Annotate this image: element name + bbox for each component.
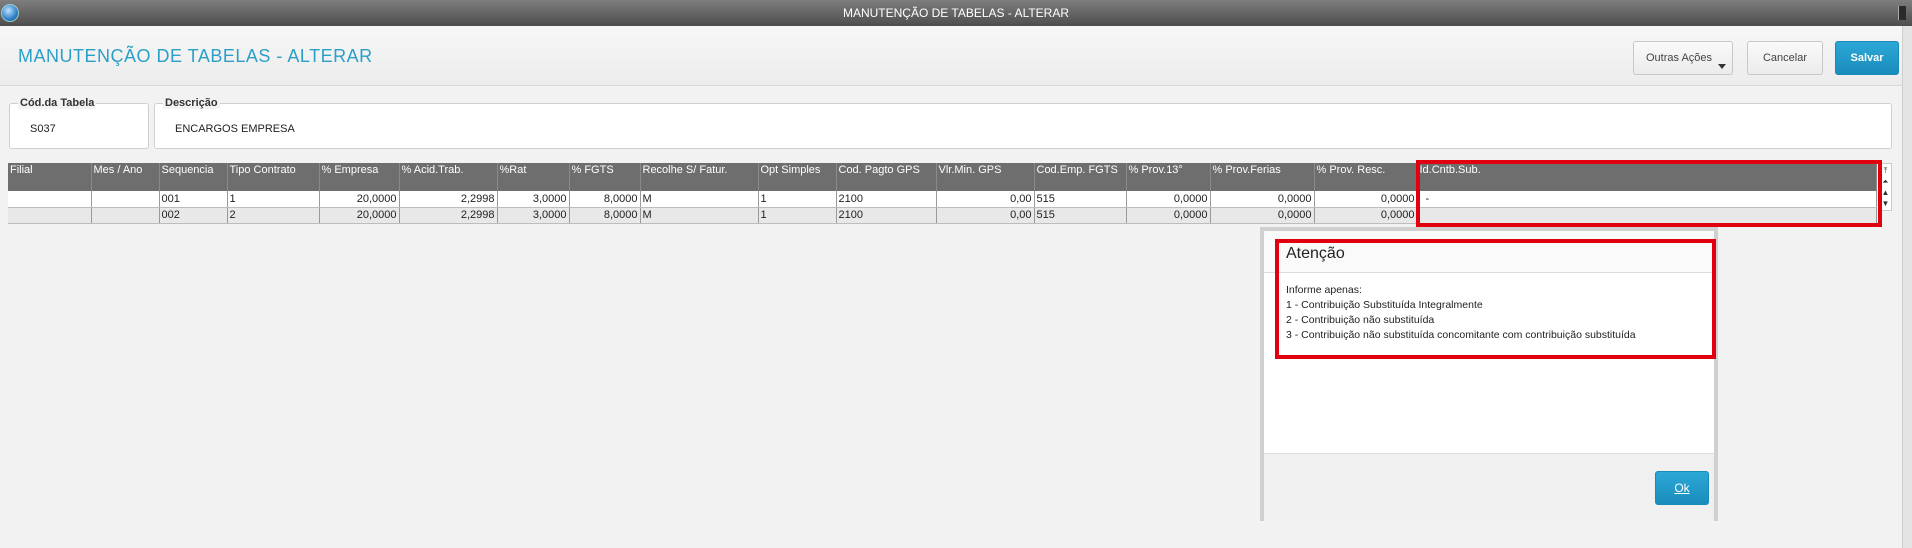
description-field: Descrição ENCARGOS EMPRESA: [154, 97, 1892, 149]
col-header-acid-trab[interactable]: % Acid.Trab.: [399, 163, 498, 191]
table-row[interactable]: 002 2 20,0000 2,2998 3,0000 8,0000 M 1 2…: [8, 207, 1877, 224]
description-value: ENCARGOS EMPRESA: [175, 123, 295, 135]
cell[interactable]: 515: [1034, 191, 1127, 208]
cell-id-cntb-sub-input[interactable]: -: [1417, 191, 1877, 208]
dialog-footer: Ok: [1264, 453, 1714, 521]
cell[interactable]: 0,0000: [1126, 191, 1211, 208]
cell[interactable]: 1: [758, 191, 837, 208]
col-header-fgts[interactable]: % FGTS: [569, 163, 641, 191]
cell[interactable]: [91, 207, 160, 224]
cell[interactable]: 8,0000: [569, 191, 641, 208]
cell[interactable]: 0,00: [936, 191, 1035, 208]
window-titlebar: MANUTENÇÃO DE TABELAS - ALTERAR: [0, 0, 1912, 26]
scroll-top-icon[interactable]: ⤒: [1881, 166, 1890, 175]
dialog-message: Informe apenas: 1 - Contribuição Substit…: [1286, 283, 1636, 343]
table-code-field: Cód.da Tabela S037: [9, 97, 149, 149]
scroll-down-icon[interactable]: ▼: [1881, 199, 1890, 208]
col-header-cod-pagto-gps[interactable]: Cod. Pagto GPS: [836, 163, 937, 191]
cell[interactable]: 515: [1034, 207, 1127, 224]
grid-scroll-controls: ⤒ ⏶ ▲ ▼: [1878, 163, 1892, 211]
cell[interactable]: 20,0000: [319, 207, 400, 224]
other-actions-button[interactable]: Outras Ações: [1633, 41, 1733, 75]
col-header-empresa[interactable]: % Empresa: [319, 163, 400, 191]
col-header-rat[interactable]: %Rat: [497, 163, 570, 191]
col-header-tipo-contrato[interactable]: Tipo Contrato: [227, 163, 320, 191]
cell[interactable]: 1: [227, 191, 320, 208]
attention-dialog: Atenção Informe apenas: 1 - Contribuição…: [1260, 227, 1718, 521]
dialog-line: Informe apenas:: [1286, 284, 1362, 296]
cell[interactable]: 1: [758, 207, 837, 224]
charges-grid: Filial Mes / Ano Sequencia Tipo Contrato…: [8, 163, 1877, 224]
cell[interactable]: 3,0000: [497, 207, 570, 224]
window-edge-control[interactable]: [1898, 6, 1906, 20]
cell[interactable]: [8, 207, 92, 224]
window-title: MANUTENÇÃO DE TABELAS - ALTERAR: [842, 6, 1070, 20]
col-header-prov-13[interactable]: % Prov.13°: [1126, 163, 1211, 191]
cancel-button[interactable]: Cancelar: [1747, 41, 1823, 75]
cell[interactable]: 001: [159, 191, 228, 208]
page-header: MANUTENÇÃO DE TABELAS - ALTERAR Outras A…: [0, 26, 1902, 86]
other-actions-label: Outras Ações: [1646, 52, 1713, 64]
col-header-opt-simples[interactable]: Opt Simples: [758, 163, 837, 191]
dialog-line: 3 - Contribuição não substituída concomi…: [1286, 329, 1636, 341]
cell[interactable]: 2,2998: [399, 207, 498, 224]
ok-button[interactable]: Ok: [1655, 471, 1709, 505]
cell[interactable]: 2: [227, 207, 320, 224]
cell[interactable]: 002: [159, 207, 228, 224]
cell[interactable]: [91, 191, 160, 208]
cell[interactable]: [1417, 207, 1877, 224]
caret-down-icon: [1718, 64, 1726, 69]
cell[interactable]: 2,2998: [399, 191, 498, 208]
dialog-line: 1 - Contribuição Substituída Integralmen…: [1286, 299, 1483, 311]
dialog-title-bar: Atenção: [1264, 231, 1714, 273]
col-header-vlr-min-gps[interactable]: Vlr.Min. GPS: [936, 163, 1035, 191]
cell[interactable]: 8,0000: [569, 207, 641, 224]
cell[interactable]: M: [640, 191, 759, 208]
col-header-filial[interactable]: Filial: [8, 163, 92, 191]
col-header-prov-resc[interactable]: % Prov. Resc.: [1314, 163, 1418, 191]
window-scrollbar[interactable]: [1902, 26, 1912, 548]
save-button[interactable]: Salvar: [1835, 41, 1899, 75]
col-header-prov-ferias[interactable]: % Prov.Ferias: [1210, 163, 1315, 191]
cell[interactable]: 20,0000: [319, 191, 400, 208]
cell[interactable]: 0,00: [936, 207, 1035, 224]
col-header-sequencia[interactable]: Sequencia: [159, 163, 228, 191]
col-header-id-cntb-sub[interactable]: Id.Cntb.Sub.: [1417, 163, 1877, 191]
table-row[interactable]: 001 1 20,0000 2,2998 3,0000 8,0000 M 1 2…: [8, 191, 1877, 208]
table-code-value: S037: [30, 123, 56, 135]
table-code-label: Cód.da Tabela: [18, 97, 97, 109]
cell[interactable]: 0,0000: [1314, 207, 1418, 224]
cell[interactable]: 0,0000: [1314, 191, 1418, 208]
cell[interactable]: 3,0000: [497, 191, 570, 208]
col-header-cod-emp-fgts[interactable]: Cod.Emp. FGTS: [1034, 163, 1127, 191]
cell[interactable]: M: [640, 207, 759, 224]
cell[interactable]: [8, 191, 92, 208]
cell[interactable]: 0,0000: [1210, 207, 1315, 224]
cell[interactable]: 2100: [836, 207, 937, 224]
grid-header-row: Filial Mes / Ano Sequencia Tipo Contrato…: [8, 163, 1877, 191]
app-globe-icon[interactable]: [1, 4, 19, 22]
col-header-mes-ano[interactable]: Mes / Ano: [91, 163, 160, 191]
page-title: MANUTENÇÃO DE TABELAS - ALTERAR: [18, 46, 373, 66]
dialog-line: 2 - Contribuição não substituída: [1286, 314, 1435, 326]
cell[interactable]: 0,0000: [1126, 207, 1211, 224]
page-up-icon[interactable]: ⏶: [1881, 177, 1890, 186]
scroll-up-icon[interactable]: ▲: [1881, 188, 1890, 197]
dialog-title: Atenção: [1286, 245, 1345, 262]
col-header-recolhe[interactable]: Recolhe S/ Fatur.: [640, 163, 759, 191]
description-label: Descrição: [163, 97, 220, 109]
cell[interactable]: 2100: [836, 191, 937, 208]
cell[interactable]: 0,0000: [1210, 191, 1315, 208]
